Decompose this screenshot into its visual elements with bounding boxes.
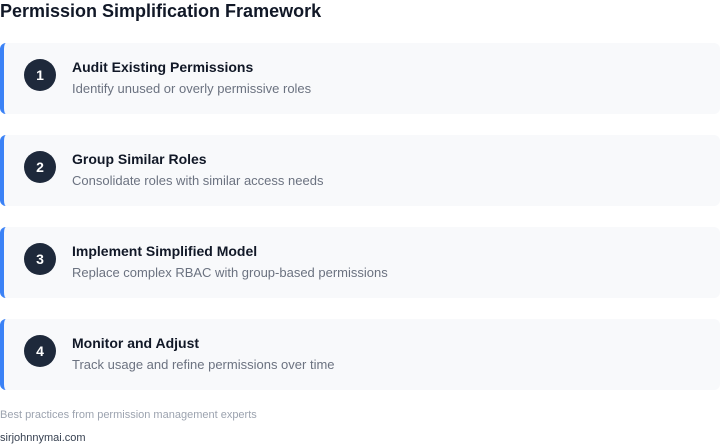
step-card: 1 Audit Existing Permissions Identify un… <box>0 43 720 114</box>
source-link[interactable]: sirjohnnymai.com <box>0 432 86 445</box>
footnote: Best practices from permission managemen… <box>0 409 257 421</box>
page-title: Permission Simplification Framework <box>0 1 322 21</box>
step-description: Replace complex RBAC with group-based pe… <box>72 265 388 280</box>
step-description: Consolidate roles with similar access ne… <box>72 173 324 188</box>
step-number-badge: 4 <box>24 335 56 367</box>
step-description: Track usage and refine permissions over … <box>72 357 335 372</box>
step-card: 3 Implement Simplified Model Replace com… <box>0 227 720 298</box>
step-title: Implement Simplified Model <box>72 243 258 259</box>
step-card: 4 Monitor and Adjust Track usage and ref… <box>0 319 720 390</box>
step-title: Monitor and Adjust <box>72 335 200 351</box>
step-title: Audit Existing Permissions <box>72 59 254 75</box>
step-title: Group Similar Roles <box>72 151 207 167</box>
step-number-badge: 3 <box>24 243 56 275</box>
step-number-badge: 1 <box>24 59 56 91</box>
steps-list: 1 Audit Existing Permissions Identify un… <box>0 43 720 411</box>
step-card: 2 Group Similar Roles Consolidate roles … <box>0 135 720 206</box>
step-description: Identify unused or overly permissive rol… <box>72 81 312 96</box>
step-number-badge: 2 <box>24 151 56 183</box>
